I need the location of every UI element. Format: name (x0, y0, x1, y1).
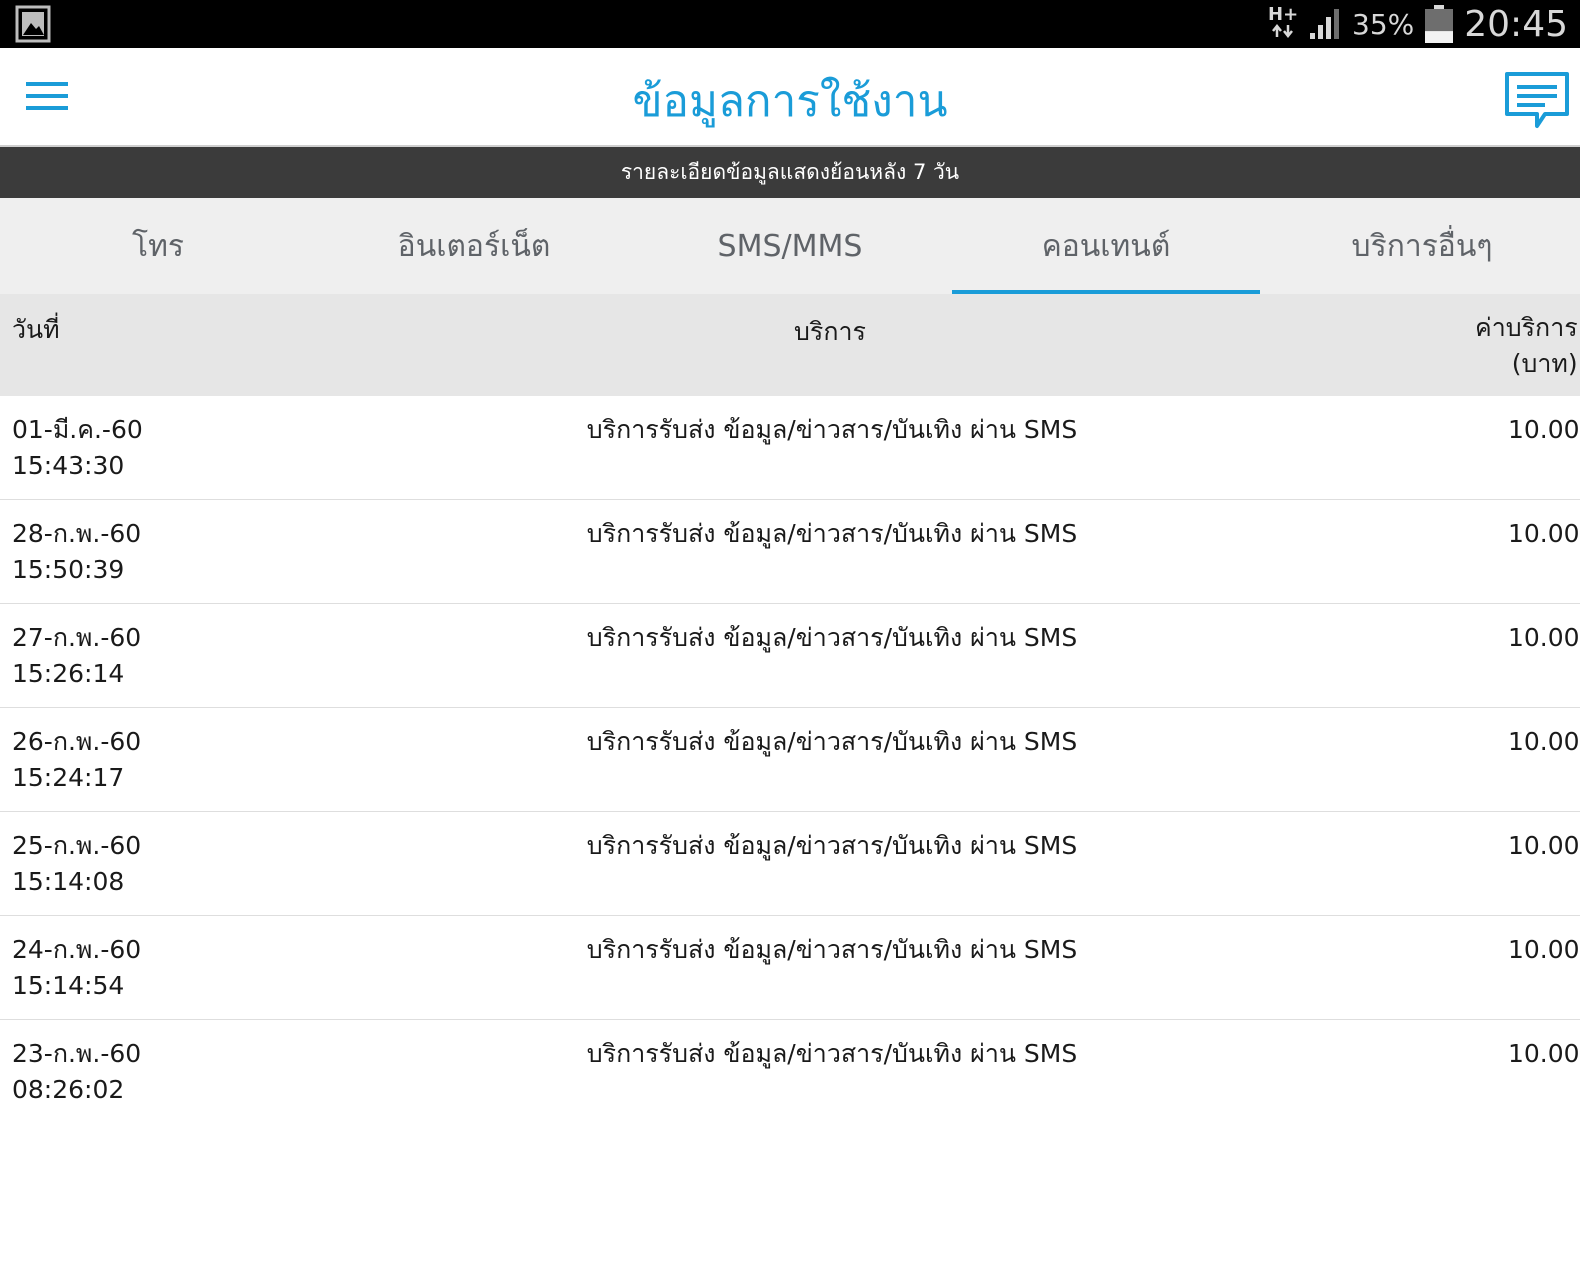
tab-bar: โทร อินเตอร์เน็ต SMS/MMS คอนเทนต์ บริการ… (0, 198, 1580, 294)
tab-label: คอนเทนต์ (1041, 228, 1171, 264)
row-time: 15:43:30 (12, 451, 125, 480)
table-header: วันที่ บริการ ค่าบริการ (บาท) (0, 294, 1580, 396)
table-row: 27-ก.พ.-60 15:26:14 บริการรับส่ง ข้อมูล/… (0, 604, 1580, 708)
battery-icon (1425, 5, 1454, 43)
gallery-icon (15, 5, 51, 43)
table-row: 26-ก.พ.-60 15:24:17 บริการรับส่ง ข้อมูล/… (0, 708, 1580, 812)
column-header-charge-line2: (บาท) (1511, 349, 1578, 378)
row-service: บริการรับส่ง ข้อมูล/ข่าวสาร/บันเทิง ผ่าน… (586, 415, 1078, 444)
row-charge: 10.00 (1508, 831, 1580, 860)
row-time: 15:24:17 (12, 763, 125, 792)
signal-icon (1310, 9, 1340, 39)
usage-table-body: 01-มี.ค.-60 15:43:30 บริการรับส่ง ข้อมูล… (0, 396, 1580, 1123)
row-time: 08:26:02 (12, 1075, 125, 1104)
row-charge: 10.00 (1508, 519, 1580, 548)
row-time: 15:14:08 (12, 867, 125, 896)
table-row: 25-ก.พ.-60 15:14:08 บริการรับส่ง ข้อมูล/… (0, 812, 1580, 916)
row-time: 15:50:39 (12, 555, 125, 584)
row-service: บริการรับส่ง ข้อมูล/ข่าวสาร/บันเทิง ผ่าน… (586, 935, 1078, 964)
status-bar: H+ 35% 20:45 (0, 0, 1580, 48)
tab-other-services[interactable]: บริการอื่นๆ (1264, 198, 1580, 294)
column-header-service: บริการ (794, 317, 866, 346)
info-banner-text: รายละเอียดข้อมูลแสดงย้อนหลัง 7 วัน (620, 160, 960, 184)
tab-content[interactable]: คอนเทนต์ (948, 198, 1264, 294)
table-row: 28-ก.พ.-60 15:50:39 บริการรับส่ง ข้อมูล/… (0, 500, 1580, 604)
row-time: 15:26:14 (12, 659, 125, 688)
row-service: บริการรับส่ง ข้อมูล/ข่าวสาร/บันเทิง ผ่าน… (586, 1039, 1078, 1068)
row-service: บริการรับส่ง ข้อมูล/ข่าวสาร/บันเทิง ผ่าน… (586, 831, 1078, 860)
tab-calls[interactable]: โทร (0, 198, 316, 294)
row-charge: 10.00 (1508, 1039, 1580, 1068)
tab-internet[interactable]: อินเตอร์เน็ต (316, 198, 632, 294)
info-banner: รายละเอียดข้อมูลแสดงย้อนหลัง 7 วัน (0, 147, 1580, 198)
row-time: 15:14:54 (12, 971, 125, 1000)
network-type: H+ (1268, 6, 1298, 42)
tab-label: บริการอื่นๆ (1351, 228, 1493, 264)
row-service: บริการรับส่ง ข้อมูล/ข่าวสาร/บันเทิง ผ่าน… (586, 519, 1078, 548)
row-charge: 10.00 (1508, 935, 1580, 964)
battery-percent: 35% (1352, 7, 1415, 41)
network-label: H+ (1268, 4, 1299, 25)
clock: 20:45 (1464, 3, 1568, 45)
table-row: 01-มี.ค.-60 15:43:30 บริการรับส่ง ข้อมูล… (0, 396, 1580, 500)
row-charge: 10.00 (1508, 415, 1580, 444)
table-row: 24-ก.พ.-60 15:14:54 บริการรับส่ง ข้อมูล/… (0, 916, 1580, 1020)
row-charge: 10.00 (1508, 727, 1580, 756)
app-bar: ข้อมูลการใช้งาน (0, 48, 1580, 147)
row-service: บริการรับส่ง ข้อมูล/ข่าวสาร/บันเทิง ผ่าน… (586, 623, 1078, 652)
tab-label: โทร (131, 228, 184, 264)
page-title: ข้อมูลการใช้งาน (632, 76, 948, 127)
column-header-charge-line1: ค่าบริการ (1475, 313, 1578, 342)
row-charge: 10.00 (1508, 623, 1580, 652)
tab-label: อินเตอร์เน็ต (397, 228, 551, 264)
tab-label: SMS/MMS (717, 228, 863, 264)
table-row: 23-ก.พ.-60 08:26:02 บริการรับส่ง ข้อมูล/… (0, 1020, 1580, 1123)
tab-sms-mms[interactable]: SMS/MMS (632, 198, 948, 294)
column-header-charge: ค่าบริการ (บาท) (1475, 310, 1578, 382)
data-arrows-icon (1272, 23, 1293, 39)
row-service: บริการรับส่ง ข้อมูล/ข่าวสาร/บันเทิง ผ่าน… (586, 727, 1078, 756)
message-bubble-icon[interactable] (1503, 70, 1571, 132)
